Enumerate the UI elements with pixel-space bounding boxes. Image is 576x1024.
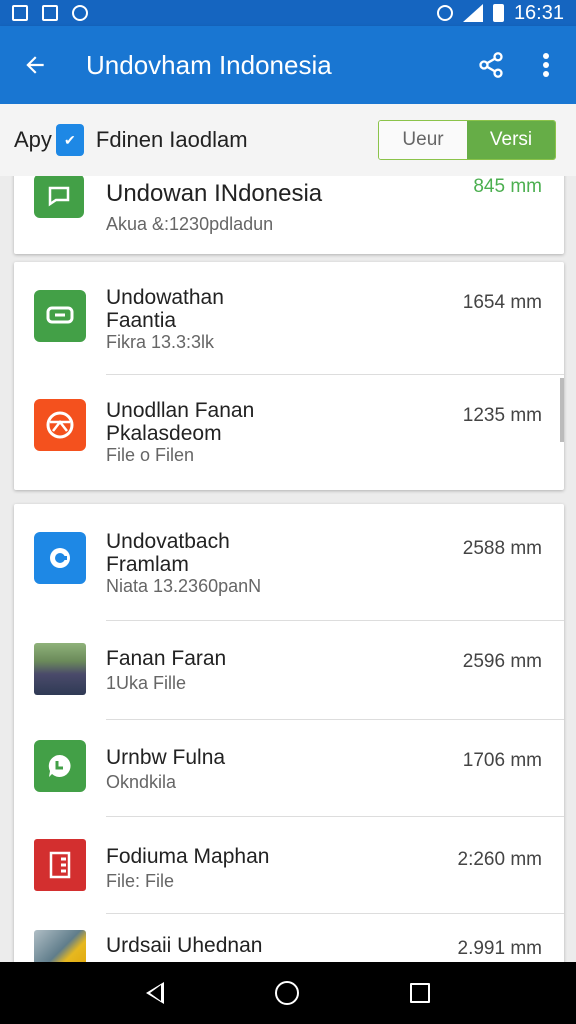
nav-recents-icon[interactable] [410, 983, 431, 1003]
item-subtitle: File o Filen [106, 445, 195, 465]
item-size: 1706 mm [462, 750, 542, 771]
file-card: Undovatbach Framlam Niata 13.2360panN 25… [14, 504, 564, 962]
file-card: Undowathan Faantia Fikra 13.3:3lk 1654 m… [14, 262, 564, 490]
share-icon [479, 52, 503, 78]
phone-bubble-icon [34, 740, 86, 792]
list-item[interactable]: Undowathan Faantia Fikra 13.3:3lk 1654 m… [14, 262, 564, 374]
item-subtitle: Akua &:1230pdladun [106, 214, 274, 234]
nav-back-icon[interactable] [145, 982, 164, 1004]
signal-icon [462, 4, 483, 22]
item-subtitle: Okndkila [106, 772, 177, 792]
item-size: 2:260 mm [457, 849, 542, 870]
file-card: Undowan INdonesia Akua &:1230pdladun 845… [14, 176, 564, 254]
message-icon [34, 176, 84, 218]
app-bar: Undovham Indonesia [0, 26, 576, 104]
item-size: 2.991 mm [457, 938, 542, 959]
alarm-icon [436, 5, 453, 21]
item-title: Urdsaii Uhednan [106, 934, 263, 957]
document-list-icon [34, 839, 86, 891]
list-item[interactable]: Fodiuma Maphan File: File 2:260 mm [14, 817, 564, 913]
item-size: 2588 mm [462, 538, 542, 559]
toggle-view-button[interactable]: Ueur [379, 121, 467, 159]
back-button[interactable] [0, 26, 70, 104]
system-nav-bar [0, 962, 576, 1024]
file-circle-icon [34, 532, 86, 584]
app-file-icon: ✔ [55, 124, 84, 156]
image-icon [12, 5, 28, 21]
item-size: 1654 mm [462, 292, 542, 313]
sync-icon [72, 5, 88, 21]
arrow-left-icon [26, 56, 44, 74]
item-size: 845 mm [473, 176, 542, 197]
sub-toolbar: Apy ✔ Fdinen Iaodlam Ueur Versi [0, 104, 576, 176]
item-title: Urnbw Fulna [106, 746, 226, 769]
chat-bubble-icon [34, 290, 86, 342]
status-bar: 16:31 [0, 0, 576, 26]
more-options-button[interactable] [516, 26, 576, 104]
toggle-version-button[interactable]: Versi [467, 121, 555, 159]
item-title: Undovatbach Framlam [106, 530, 230, 576]
file-list: Undowan INdonesia Akua &:1230pdladun 845… [0, 176, 576, 962]
battery-icon [492, 4, 504, 22]
list-item[interactable]: Undovatbach Framlam Niata 13.2360panN 25… [14, 504, 564, 620]
item-title: Undowan INdonesia [106, 180, 323, 207]
item-title: Fanan Faran [106, 647, 227, 670]
list-item[interactable]: Unodllan Fanan Pkalasdeom File o Filen 1… [14, 375, 564, 490]
list-item[interactable]: Urdsaii Uhednan 2.991 mm [14, 914, 564, 962]
item-size: 1235 mm [462, 405, 542, 426]
list-item[interactable]: Urnbw Fulna Okndkila 1706 mm [14, 720, 564, 816]
item-subtitle: File: File [106, 871, 175, 891]
list-item[interactable]: Fanan Faran 1Uka Fille 2596 mm [14, 621, 564, 719]
view-toggle: Ueur Versi [378, 120, 556, 160]
scrollbar-thumb[interactable] [560, 378, 564, 442]
item-title: Fodiuma Maphan [106, 845, 270, 868]
photo-icon [42, 5, 58, 21]
list-item[interactable]: Undowan INdonesia Akua &:1230pdladun 845… [14, 176, 564, 254]
item-title: Unodllan Fanan Pkalasdeom [106, 399, 255, 445]
item-subtitle: 1Uka Fille [106, 673, 187, 693]
item-subtitle: Fikra 13.3:3lk [106, 332, 215, 352]
item-size: 2596 mm [462, 651, 542, 672]
item-title: Undowathan Faantia [106, 286, 224, 332]
status-time: 16:31 [513, 1, 564, 24]
photo-thumbnail-icon [34, 643, 86, 695]
app-title: Undovham Indonesia [86, 49, 332, 80]
globe-icon [34, 399, 86, 451]
share-button[interactable] [466, 26, 516, 104]
photo-thumbnail-icon [34, 930, 86, 962]
item-subtitle: Niata 13.2360panN [106, 576, 262, 596]
more-vert-icon [543, 53, 549, 77]
sub-title: Fdinen Iaodlam [95, 127, 248, 152]
sub-label: Apy [14, 127, 52, 152]
nav-home-icon[interactable] [274, 981, 299, 1005]
